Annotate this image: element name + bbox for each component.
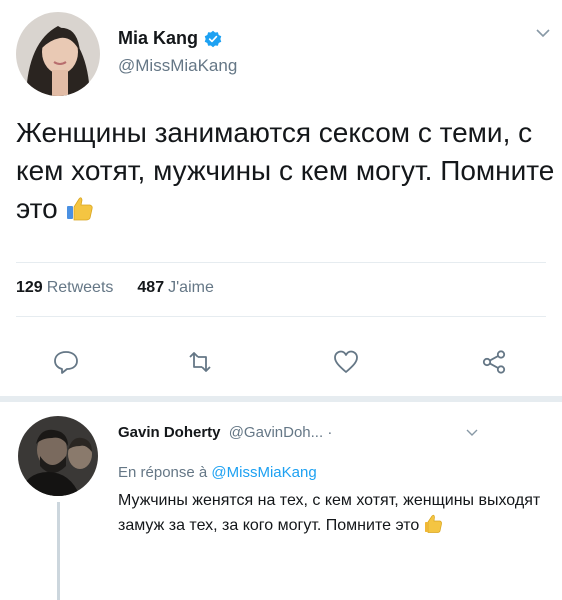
chevron-down-icon[interactable] [466,428,478,437]
avatar[interactable] [18,416,98,496]
reply-tweet: Gavin Doherty @GavinDoh... · En réponse … [0,402,562,600]
avatar-photo [18,416,98,496]
share-icon[interactable] [480,348,508,376]
tweet-actions [0,348,562,378]
likes-label: J'aime [168,279,214,296]
reply-text-content: Мужчины женятся на тех, с кем хотят, жен… [118,492,541,534]
in-reply-to: En réponse à @MissMiaKang [118,464,317,481]
like-heart-icon[interactable] [332,348,360,376]
tweet-text-content: Женщины занимаются сексом с теми, с кем … [16,117,555,224]
reply-author-line[interactable]: Gavin Doherty @GavinDoh... · [118,424,332,441]
main-tweet: Mia Kang @MissMiaKang Женщины занимаются… [0,0,562,398]
in-reply-prefix: En réponse à [118,464,208,481]
retweet-icon[interactable] [186,348,214,376]
retweets-stat[interactable]: 129 Retweets [16,279,113,297]
likes-count: 487 [137,279,165,296]
retweets-label: Retweets [46,279,114,296]
tweet-stats: 129 Retweets 487 J'aime [16,279,214,297]
avatar[interactable] [16,12,100,96]
retweets-count: 129 [16,279,43,296]
verified-badge-icon [204,30,222,47]
reply-author-name[interactable]: Gavin Doherty [118,424,221,441]
reply-text: Мужчины женятся на тех, с кем хотят, жен… [118,488,558,538]
divider [16,262,546,263]
tweet-text: Женщины занимаются сексом с теми, с кем … [16,114,556,228]
likes-stat[interactable]: 487 J'aime [137,279,213,297]
author-handle[interactable]: @MissMiaKang [118,56,237,76]
author-name-text[interactable]: Mia Kang [118,28,198,49]
thumbs-up-emoji [66,197,93,221]
in-reply-handle-link[interactable]: @MissMiaKang [211,464,316,481]
author-name[interactable]: Mia Kang [118,28,222,49]
chevron-down-icon[interactable] [536,28,550,38]
avatar-photo [16,12,100,96]
reply-icon[interactable] [52,348,80,376]
separator-dot: · [327,424,333,441]
thumbs-up-emoji [424,514,442,533]
thread-line [57,502,60,600]
reply-author-handle[interactable]: @GavinDoh... [229,424,323,441]
divider [16,316,546,317]
